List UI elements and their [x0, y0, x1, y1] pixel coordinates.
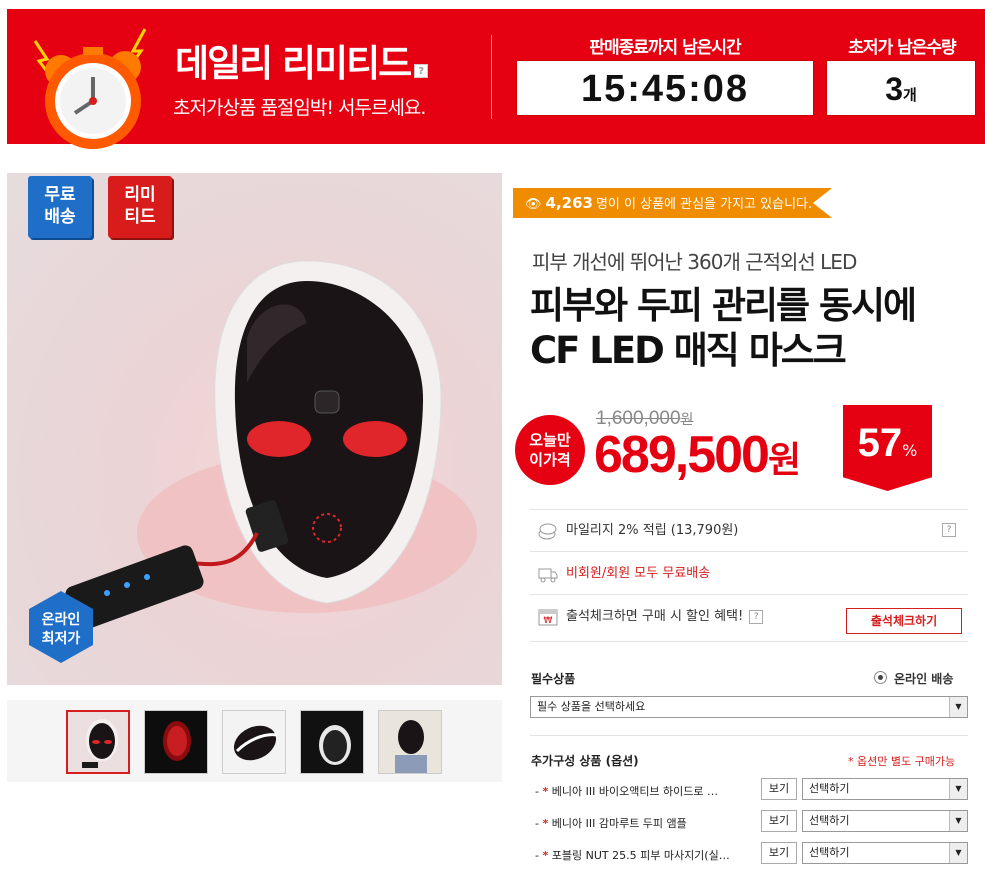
banner-help-icon[interactable]: ? — [414, 64, 429, 78]
remaining-qty-value: 3 — [885, 71, 903, 107]
addon-select-2[interactable]: 선택하기 ▼ — [802, 810, 968, 832]
mileage-row: 마일리지 2% 적립 (13,790원) ? — [530, 510, 968, 552]
remaining-qty: 3개 — [826, 60, 976, 116]
banner-subtitle: 초저가상품 품절임박! 서두르세요. — [173, 97, 426, 119]
remaining-qty-unit: 개 — [902, 86, 917, 104]
required-product-select[interactable]: 필수 상품을 선택하세요 ▼ — [530, 696, 968, 718]
daily-limited-banner: 데일리 리미티드? 초저가상품 품절임박! 서두르세요. 판매종료까지 남은시간… — [7, 9, 985, 149]
thumbnail-strip — [7, 700, 502, 782]
interest-count-badge: 👁︎ 4,263 명이 이 상품에 관심을 가지고 있습니다. — [513, 188, 833, 218]
thumbnail-side-view — [223, 711, 285, 773]
addon-view-button-3[interactable]: 보기 — [761, 842, 797, 864]
interest-text: 명이 이 상품에 관심을 가지고 있습니다. — [595, 197, 813, 212]
online-tag-text: 온라인 최저가 — [41, 612, 81, 647]
addon-view-button-1[interactable]: 보기 — [761, 778, 797, 800]
today-only-badge: 오늘만 이가격 — [515, 415, 585, 485]
eye-icon: 👁︎ — [525, 197, 542, 212]
sale-price: 689,500원 — [594, 426, 802, 484]
chevron-down-icon: ▼ — [949, 843, 967, 863]
online-delivery-label: 온라인 배송 — [894, 672, 954, 686]
coin-icon — [538, 523, 557, 540]
thumbnail-model-wearing — [379, 711, 441, 773]
thumbnail-5[interactable] — [378, 710, 442, 774]
limited-tag: 리미 티드 — [108, 176, 172, 238]
shipping-row: 비회원/회원 모두 무료배송 — [530, 553, 968, 595]
addon-select-3[interactable]: 선택하기 ▼ — [802, 842, 968, 864]
addon-item-1: - * 베니아 III 바이오액티브 하이드로 … — [535, 785, 719, 798]
online-delivery-radio[interactable] — [874, 671, 887, 684]
banner-title: 데일리 리미티드? — [175, 33, 429, 87]
addon-products-label: 추가구성 상품 (옵션) — [531, 754, 639, 768]
thumbnail-3[interactable] — [222, 710, 286, 774]
countdown-timer: 15:45:08 — [516, 60, 814, 116]
product-title: 피부와 두피 관리를 동시에 CF LED 매직 마스크 — [530, 284, 917, 372]
svg-text:₩: ₩ — [544, 616, 553, 626]
online-lowest-price-tag: 온라인 최저가 — [27, 589, 95, 665]
required-product-label: 필수상품 — [531, 672, 576, 686]
alarm-clock-icon — [33, 28, 147, 149]
thumbnail-red-led — [145, 711, 207, 773]
discount-badge: 57% — [843, 405, 932, 491]
thumbnail-mask-dark — [301, 711, 363, 773]
addon-select-1[interactable]: 선택하기 ▼ — [802, 778, 968, 800]
addon-view-button-2[interactable]: 보기 — [761, 810, 797, 832]
mileage-help-icon[interactable]: ? — [942, 523, 956, 537]
chevron-down-icon: ▼ — [949, 697, 967, 717]
free-shipping-tag: 무료 배송 — [28, 176, 92, 238]
thumbnail-1[interactable] — [66, 710, 130, 774]
divider — [530, 735, 968, 736]
timer-label: 판매종료까지 남은시간 — [589, 38, 741, 58]
attendance-check-button[interactable]: 출석체크하기 — [846, 608, 962, 634]
truck-icon — [538, 568, 558, 583]
product-main-image[interactable]: 무료 배송 리미 티드 온라인 최저가 — [7, 173, 502, 685]
banner-divider — [491, 35, 492, 119]
calendar-won-icon: ₩ — [538, 609, 558, 626]
addon-item-2: - * 베니아 III 감마루트 두피 앰플 — [535, 817, 687, 830]
product-subtitle: 피부 개선에 뛰어난 360개 근적외선 LED — [532, 250, 857, 274]
chevron-down-icon: ▼ — [949, 811, 967, 831]
attendance-help-icon[interactable]: ? — [749, 610, 764, 624]
thumbnail-2[interactable] — [144, 710, 208, 774]
interest-count: 4,263 — [545, 194, 593, 212]
chevron-down-icon: ▼ — [949, 779, 967, 799]
addon-note: * 옵션만 별도 구매가능 — [848, 755, 956, 768]
thumbnail-mask-front — [68, 712, 128, 772]
remaining-qty-label: 초저가 남은수량 — [848, 38, 956, 58]
thumbnail-4[interactable] — [300, 710, 364, 774]
addon-item-3: - * 포블링 NUT 25.5 피부 마사지기(실… — [535, 849, 730, 862]
